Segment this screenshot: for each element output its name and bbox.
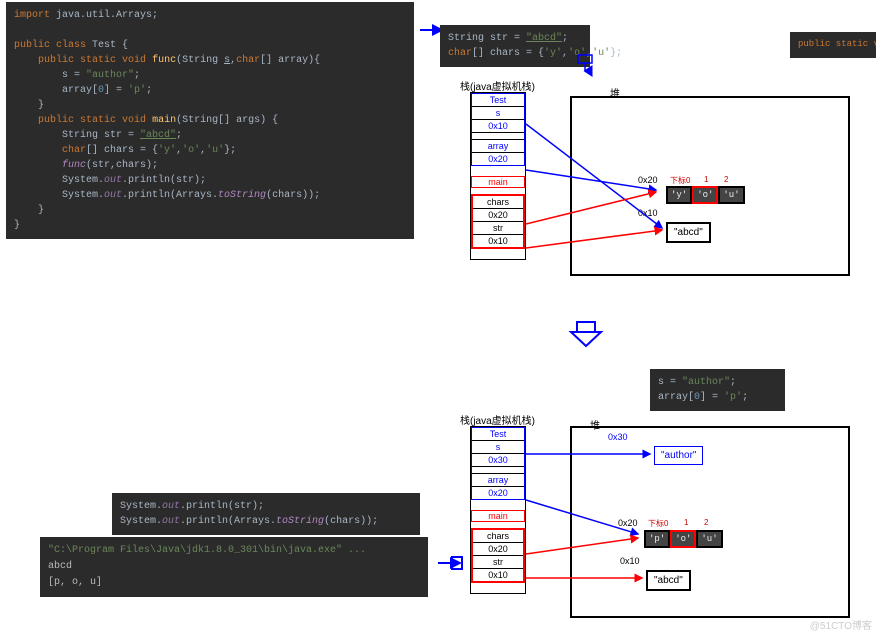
stack-cell: array xyxy=(472,473,524,487)
stack-cell: chars xyxy=(473,196,523,209)
stack-cell: 0x20 xyxy=(472,487,524,499)
stack-cell: array xyxy=(472,139,524,153)
stack-cell: 0x20 xyxy=(473,543,523,556)
stack-label-2: 栈(java虚拟机栈) xyxy=(460,412,535,427)
heap-addr: 0x10 xyxy=(638,208,658,218)
heap-string: "abcd" xyxy=(666,222,711,243)
arr-idx: 1 xyxy=(684,518,688,527)
stack-cell: Test xyxy=(472,94,524,107)
stack-cell: 0x20 xyxy=(472,153,524,165)
watermark: @51CTO博客 xyxy=(810,617,872,632)
stack-cell: 0x10 xyxy=(473,569,523,581)
stack-1: Test s 0x10 array 0x20 main chars 0x20 s… xyxy=(470,92,526,260)
code-snippet-func-sig: public static void func(String s,char[] … xyxy=(790,32,876,58)
stack-label-1: 栈(java虚拟机栈) xyxy=(460,78,535,93)
stack-cell: Test xyxy=(472,428,524,441)
arr-cell: 'y' xyxy=(666,186,692,204)
array-box-2: 'p' 'o' 'u' xyxy=(644,530,723,548)
stack-cell: str xyxy=(473,556,523,569)
stack-cell: main xyxy=(471,510,525,522)
stack-cell: 0x10 xyxy=(472,120,524,133)
heap-string-author: "author" xyxy=(654,446,703,465)
code-snippet-declare: String str = "abcd"; char[] chars = {'y'… xyxy=(440,25,590,67)
stack-2: Test s 0x30 array 0x20 main chars 0x20 s… xyxy=(470,426,526,594)
array-box-1: 'y' 'o' 'u' xyxy=(666,186,745,204)
stack-cell: main xyxy=(471,176,525,188)
stack-cell: 0x20 xyxy=(473,209,523,222)
stack-cell: s xyxy=(472,441,524,454)
code-main: import java.util.Arrays; public class Te… xyxy=(6,2,414,239)
arr-idx: 下标0 xyxy=(670,175,690,186)
heap-addr: 0x20 xyxy=(638,175,658,185)
arr-cell: 'p' xyxy=(644,530,670,548)
arr-idx: 下标0 xyxy=(648,518,668,529)
code-snippet-assign: s = "author"; array[0] = 'p'; xyxy=(650,369,785,411)
arrow-down-icon xyxy=(571,322,601,352)
arrow-left-icon xyxy=(432,553,462,573)
stack-cell: str xyxy=(473,222,523,235)
arr-cell: 'o' xyxy=(692,186,718,204)
heap-addr: 0x10 xyxy=(620,556,640,566)
arr-idx: 2 xyxy=(724,175,728,184)
code-print: System.out.println(str); System.out.prin… xyxy=(112,493,420,535)
arr-idx: 2 xyxy=(704,518,708,527)
stack-cell: s xyxy=(472,107,524,120)
arr-cell: 'u' xyxy=(696,530,722,548)
arr-idx: 1 xyxy=(704,175,708,184)
stack-cell: 0x30 xyxy=(472,454,524,467)
arr-cell: 'o' xyxy=(670,530,696,548)
stack-cell: chars xyxy=(473,530,523,543)
stack-cell: 0x10 xyxy=(473,235,523,247)
heap-string-abcd: "abcd" xyxy=(646,570,691,591)
terminal-output: "C:\Program Files\Java\jdk1.8.0_301\bin\… xyxy=(40,537,428,597)
arr-cell: 'u' xyxy=(718,186,744,204)
heap-addr: 0x30 xyxy=(608,432,628,442)
heap-2 xyxy=(570,426,850,618)
heap-addr: 0x20 xyxy=(618,518,638,528)
